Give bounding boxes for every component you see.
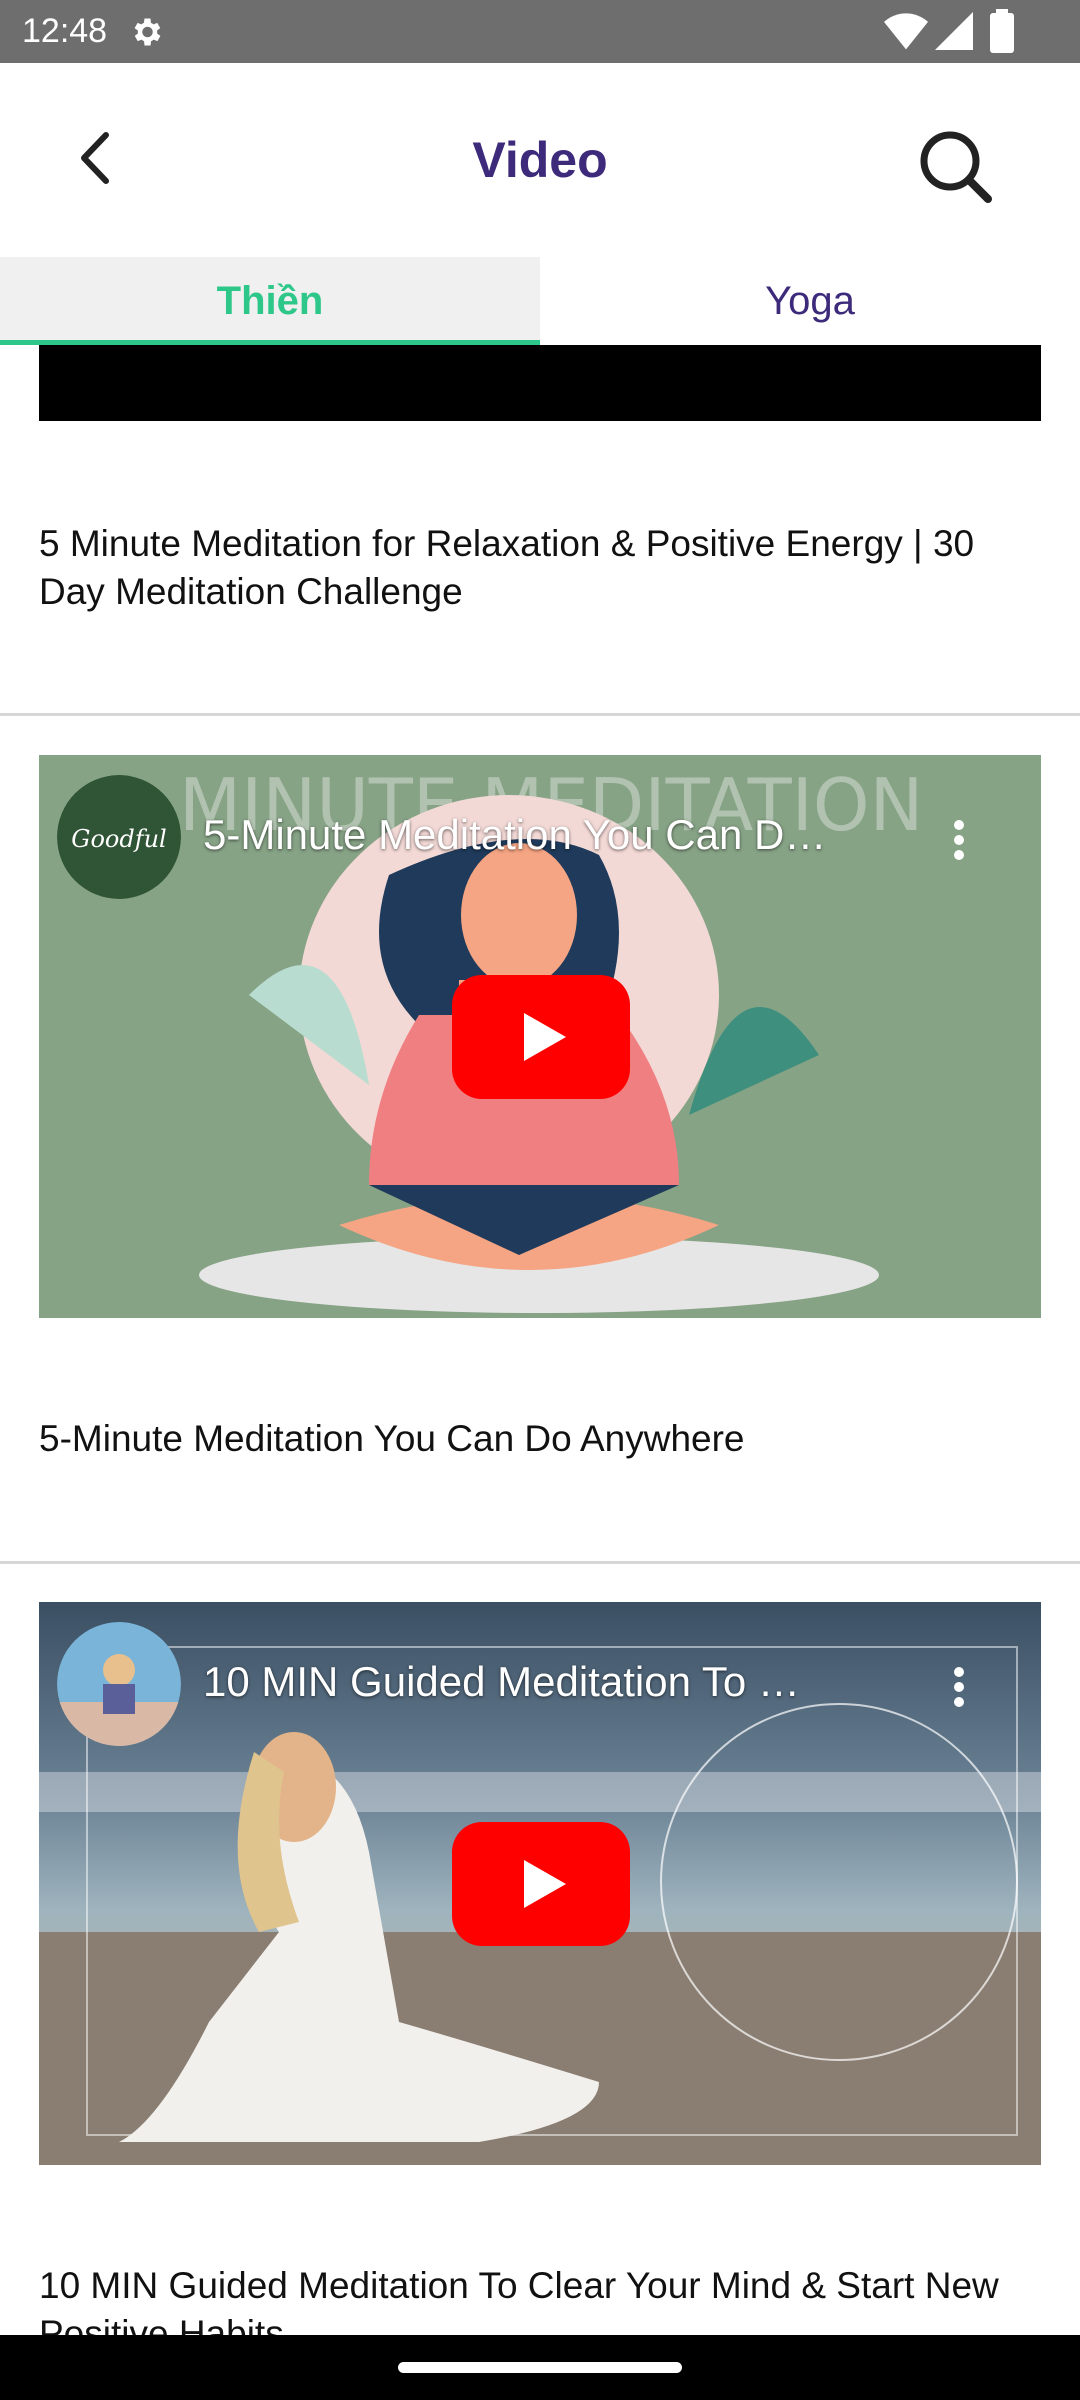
video-thumbnail[interactable]: MINUTE MEDITATION Goodful 5-Minute Medit… bbox=[39, 755, 1041, 1318]
video-overlay-title: 10 MIN Guided Meditation To … bbox=[203, 1658, 800, 1705]
search-icon[interactable] bbox=[910, 121, 1000, 211]
more-options-icon[interactable] bbox=[939, 1662, 979, 1712]
wifi-icon bbox=[884, 13, 928, 50]
divider bbox=[0, 713, 1080, 716]
channel-avatar[interactable]: Goodful bbox=[57, 775, 181, 899]
more-options-icon[interactable] bbox=[939, 815, 979, 865]
video-thumbnail[interactable] bbox=[39, 345, 1041, 421]
tab-bar: Thiền Yoga bbox=[0, 257, 1080, 345]
channel-avatar[interactable] bbox=[57, 1622, 181, 1746]
video-title[interactable]: 10 MIN Guided Meditation To Clear Your M… bbox=[39, 2262, 1049, 2335]
app-bar: Video bbox=[0, 63, 1080, 257]
status-bar: 12:48 bbox=[0, 0, 1080, 63]
video-title[interactable]: 5-Minute Meditation You Can Do Anywhere bbox=[39, 1415, 1049, 1463]
divider bbox=[0, 1561, 1080, 1564]
tab-thien[interactable]: Thiền bbox=[0, 257, 540, 345]
svg-text:Goodful: Goodful bbox=[71, 825, 166, 853]
status-time: 12:48 bbox=[22, 12, 108, 50]
video-title[interactable]: 5 Minute Meditation for Relaxation & Pos… bbox=[39, 520, 1049, 616]
video-thumbnail[interactable]: 10 MIN Guided Meditation To … bbox=[39, 1602, 1041, 2165]
settings-gear-icon bbox=[134, 18, 161, 46]
video-overlay-title: 5-Minute Meditation You Can D… bbox=[203, 811, 827, 858]
system-nav-bar bbox=[0, 2335, 1080, 2400]
signal-icon bbox=[935, 12, 973, 50]
video-list[interactable]: 5 Minute Meditation for Relaxation & Pos… bbox=[0, 345, 1080, 2335]
home-gesture-bar[interactable] bbox=[398, 2362, 682, 2373]
play-icon[interactable] bbox=[452, 975, 630, 1099]
play-icon[interactable] bbox=[452, 1822, 630, 1946]
tab-yoga[interactable]: Yoga bbox=[540, 257, 1080, 345]
battery-icon bbox=[990, 9, 1014, 53]
